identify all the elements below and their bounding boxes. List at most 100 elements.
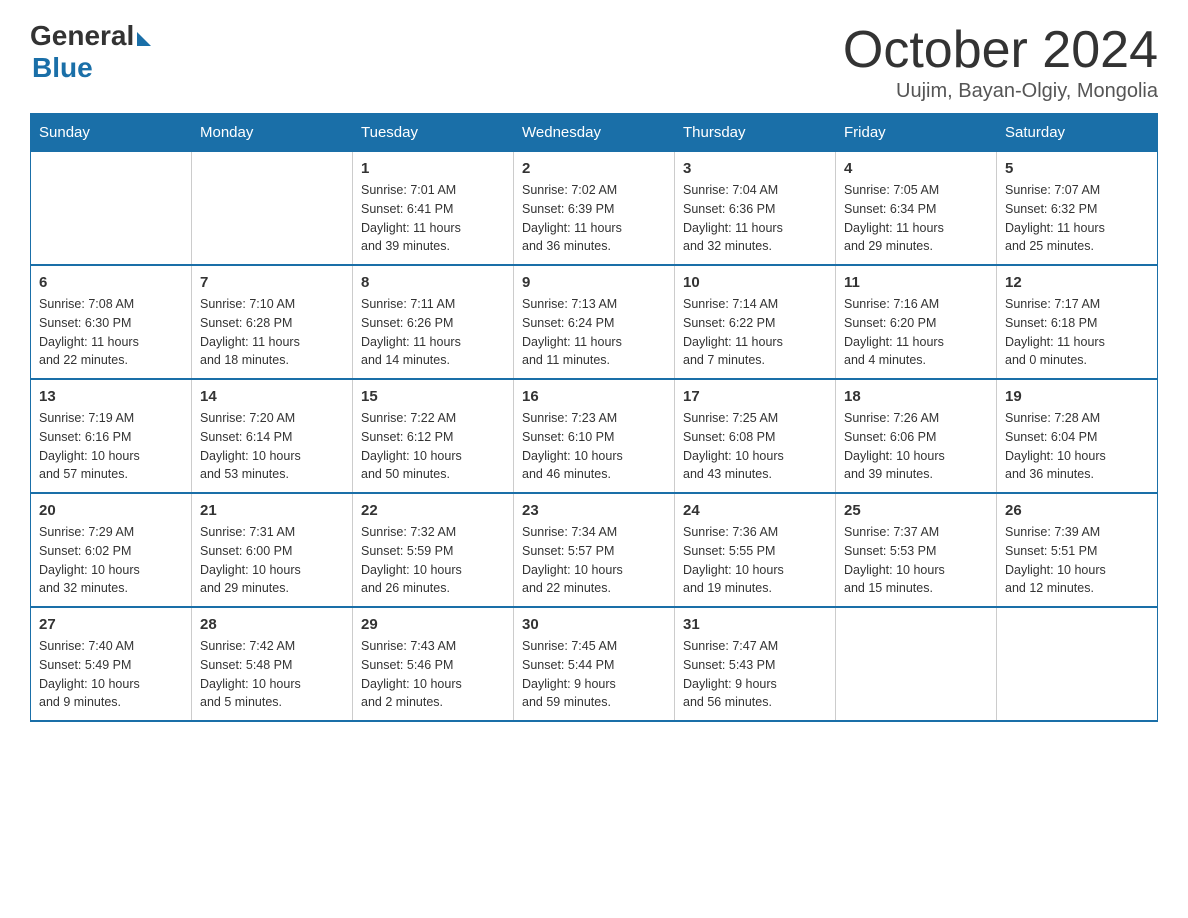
day-info: Sunrise: 7:13 AM Sunset: 6:24 PM Dayligh… [522, 295, 666, 370]
day-info: Sunrise: 7:16 AM Sunset: 6:20 PM Dayligh… [844, 295, 988, 370]
day-cell: 30 Sunrise: 7:45 AM Sunset: 5:44 PM Dayli… [514, 607, 675, 721]
day-info: Sunrise: 7:29 AM Sunset: 6:02 PM Dayligh… [39, 523, 183, 598]
day-info: Sunrise: 7:47 AM Sunset: 5:43 PM Dayligh… [683, 637, 827, 712]
day-cell: 7Sunrise: 7:10 AM Sunset: 6:28 PM Daylig… [192, 265, 353, 379]
day-info: Sunrise: 7:17 AM Sunset: 6:18 PM Dayligh… [1005, 295, 1149, 370]
day-cell: 13Sunrise: 7:19 AM Sunset: 6:16 PM Dayli… [31, 379, 192, 493]
day-cell: 6Sunrise: 7:08 AM Sunset: 6:30 PM Daylig… [31, 265, 192, 379]
day-info: Sunrise: 7:22 AM Sunset: 6:12 PM Dayligh… [361, 409, 505, 484]
day-cell: 28 Sunrise: 7:42 AM Sunset: 5:48 PM Dayli… [192, 607, 353, 721]
day-cell: 31 Sunrise: 7:47 AM Sunset: 5:43 PM Dayli… [675, 607, 836, 721]
header-row: SundayMondayTuesdayWednesdayThursdayFrid… [31, 114, 1158, 152]
day-number: 10 [683, 274, 827, 291]
day-info: Sunrise: 7:40 AM Sunset: 5:49 PM Dayligh… [39, 637, 183, 712]
day-info: Sunrise: 7:42 AM Sunset: 5:48 PM Dayligh… [200, 637, 344, 712]
day-info: Sunrise: 7:05 AM Sunset: 6:34 PM Dayligh… [844, 181, 988, 256]
day-info: Sunrise: 7:01 AM Sunset: 6:41 PM Dayligh… [361, 181, 505, 256]
day-number: 30 [522, 616, 666, 633]
day-cell: 22Sunrise: 7:32 AM Sunset: 5:59 PM Dayli… [353, 493, 514, 607]
day-number: 12 [1005, 274, 1149, 291]
day-cell: 27 Sunrise: 7:40 AM Sunset: 5:49 PM Dayli… [31, 607, 192, 721]
week-row-2: 6Sunrise: 7:08 AM Sunset: 6:30 PM Daylig… [31, 265, 1158, 379]
day-number: 4 [844, 160, 988, 177]
week-row-3: 13Sunrise: 7:19 AM Sunset: 6:16 PM Dayli… [31, 379, 1158, 493]
day-info: Sunrise: 7:14 AM Sunset: 6:22 PM Dayligh… [683, 295, 827, 370]
day-cell: 11 Sunrise: 7:16 AM Sunset: 6:20 PM Dayli… [836, 265, 997, 379]
day-info: Sunrise: 7:39 AM Sunset: 5:51 PM Dayligh… [1005, 523, 1149, 598]
header-day-wednesday: Wednesday [514, 114, 675, 152]
day-info: Sunrise: 7:07 AM Sunset: 6:32 PM Dayligh… [1005, 181, 1149, 256]
day-cell: 3Sunrise: 7:04 AM Sunset: 6:36 PM Daylig… [675, 152, 836, 266]
day-number: 2 [522, 160, 666, 177]
day-info: Sunrise: 7:26 AM Sunset: 6:06 PM Dayligh… [844, 409, 988, 484]
day-info: Sunrise: 7:25 AM Sunset: 6:08 PM Dayligh… [683, 409, 827, 484]
day-cell: 9 Sunrise: 7:13 AM Sunset: 6:24 PM Daylig… [514, 265, 675, 379]
logo-arrow-icon [137, 32, 151, 46]
day-info: Sunrise: 7:28 AM Sunset: 6:04 PM Dayligh… [1005, 409, 1149, 484]
day-info: Sunrise: 7:10 AM Sunset: 6:28 PM Dayligh… [200, 295, 344, 370]
day-info: Sunrise: 7:11 AM Sunset: 6:26 PM Dayligh… [361, 295, 505, 370]
day-cell: 14Sunrise: 7:20 AM Sunset: 6:14 PM Dayli… [192, 379, 353, 493]
day-cell: 4 Sunrise: 7:05 AM Sunset: 6:34 PM Daylig… [836, 152, 997, 266]
day-number: 8 [361, 274, 505, 291]
day-number: 13 [39, 388, 183, 405]
header-day-saturday: Saturday [997, 114, 1158, 152]
logo-general-text: General [30, 20, 134, 52]
day-cell [192, 152, 353, 266]
day-number: 19 [1005, 388, 1149, 405]
day-info: Sunrise: 7:36 AM Sunset: 5:55 PM Dayligh… [683, 523, 827, 598]
day-info: Sunrise: 7:43 AM Sunset: 5:46 PM Dayligh… [361, 637, 505, 712]
day-number: 31 [683, 616, 827, 633]
day-info: Sunrise: 7:32 AM Sunset: 5:59 PM Dayligh… [361, 523, 505, 598]
day-cell [997, 607, 1158, 721]
day-number: 18 [844, 388, 988, 405]
header-day-sunday: Sunday [31, 114, 192, 152]
day-cell: 1 Sunrise: 7:01 AM Sunset: 6:41 PM Daylig… [353, 152, 514, 266]
day-cell [31, 152, 192, 266]
day-number: 5 [1005, 160, 1149, 177]
day-number: 3 [683, 160, 827, 177]
day-info: Sunrise: 7:34 AM Sunset: 5:57 PM Dayligh… [522, 523, 666, 598]
day-number: 29 [361, 616, 505, 633]
day-number: 27 [39, 616, 183, 633]
week-row-4: 20 Sunrise: 7:29 AM Sunset: 6:02 PM Dayli… [31, 493, 1158, 607]
day-number: 20 [39, 502, 183, 519]
day-cell: 26 Sunrise: 7:39 AM Sunset: 5:51 PM Dayli… [997, 493, 1158, 607]
header-day-thursday: Thursday [675, 114, 836, 152]
day-number: 11 [844, 274, 988, 291]
day-cell: 19 Sunrise: 7:28 AM Sunset: 6:04 PM Dayli… [997, 379, 1158, 493]
day-number: 24 [683, 502, 827, 519]
day-cell: 5 Sunrise: 7:07 AM Sunset: 6:32 PM Daylig… [997, 152, 1158, 266]
day-cell [836, 607, 997, 721]
day-cell: 21Sunrise: 7:31 AM Sunset: 6:00 PM Dayli… [192, 493, 353, 607]
day-number: 28 [200, 616, 344, 633]
day-info: Sunrise: 7:02 AM Sunset: 6:39 PM Dayligh… [522, 181, 666, 256]
day-cell: 18 Sunrise: 7:26 AM Sunset: 6:06 PM Dayli… [836, 379, 997, 493]
day-number: 21 [200, 502, 344, 519]
day-cell: 16Sunrise: 7:23 AM Sunset: 6:10 PM Dayli… [514, 379, 675, 493]
header-day-monday: Monday [192, 114, 353, 152]
header-day-friday: Friday [836, 114, 997, 152]
day-number: 1 [361, 160, 505, 177]
calendar-header: SundayMondayTuesdayWednesdayThursdayFrid… [31, 114, 1158, 152]
week-row-1: 1 Sunrise: 7:01 AM Sunset: 6:41 PM Daylig… [31, 152, 1158, 266]
day-info: Sunrise: 7:45 AM Sunset: 5:44 PM Dayligh… [522, 637, 666, 712]
calendar-body: 1 Sunrise: 7:01 AM Sunset: 6:41 PM Daylig… [31, 152, 1158, 722]
calendar-table: SundayMondayTuesdayWednesdayThursdayFrid… [30, 113, 1158, 722]
day-number: 9 [522, 274, 666, 291]
week-row-5: 27 Sunrise: 7:40 AM Sunset: 5:49 PM Dayli… [31, 607, 1158, 721]
day-number: 25 [844, 502, 988, 519]
day-cell: 24 Sunrise: 7:36 AM Sunset: 5:55 PM Dayli… [675, 493, 836, 607]
month-title: October 2024 [843, 20, 1158, 80]
day-cell: 25Sunrise: 7:37 AM Sunset: 5:53 PM Dayli… [836, 493, 997, 607]
logo: General Blue [30, 20, 151, 84]
location: Uujim, Bayan-Olgiy, Mongolia [843, 80, 1158, 103]
day-number: 23 [522, 502, 666, 519]
day-number: 16 [522, 388, 666, 405]
logo-blue-part [134, 27, 151, 46]
day-cell: 17 Sunrise: 7:25 AM Sunset: 6:08 PM Dayli… [675, 379, 836, 493]
day-cell: 8 Sunrise: 7:11 AM Sunset: 6:26 PM Daylig… [353, 265, 514, 379]
day-number: 26 [1005, 502, 1149, 519]
header-day-tuesday: Tuesday [353, 114, 514, 152]
day-number: 17 [683, 388, 827, 405]
